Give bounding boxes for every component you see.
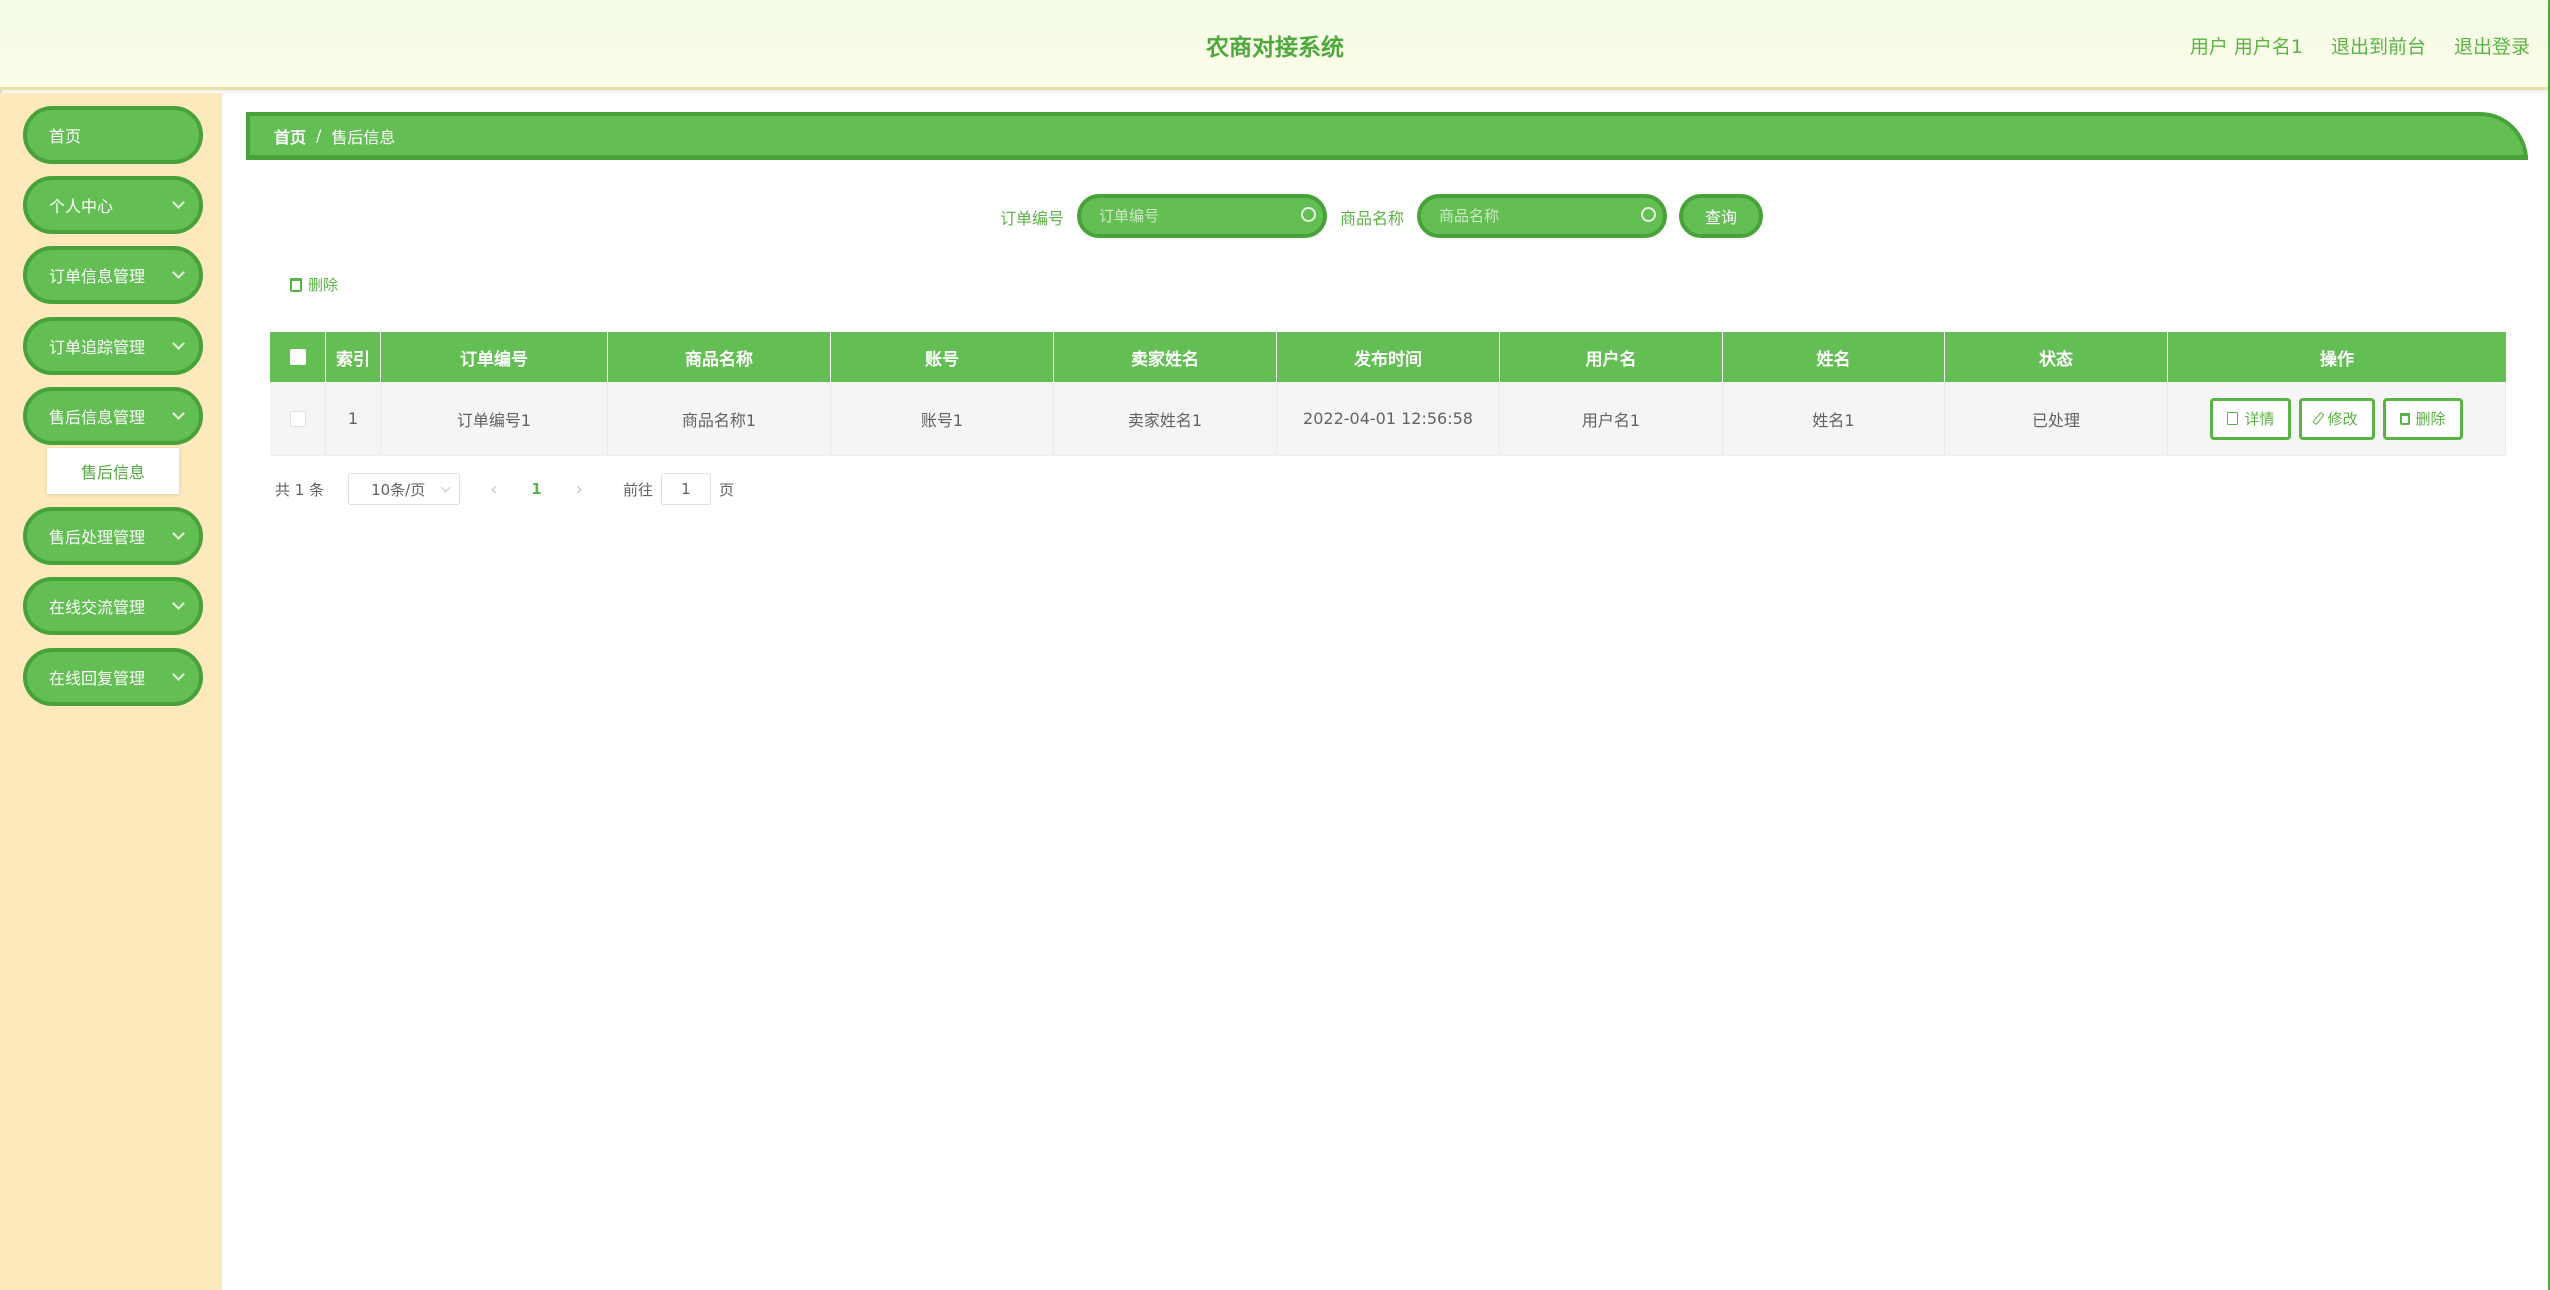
app-title: 农商对接系统 <box>1206 35 1344 61</box>
header-index: 索引 <box>326 332 381 382</box>
sidebar-item-label: 售后信息管理 <box>49 408 146 427</box>
cell-order-no: 订单编号1 <box>381 382 608 455</box>
prev-page-button[interactable]: ‹ <box>490 479 497 500</box>
page-nav: ‹ 1 › <box>490 479 583 500</box>
order-no-input[interactable] <box>1077 194 1327 238</box>
sidebar-item-order-info[interactable]: 订单信息管理 <box>23 246 203 304</box>
detail-button-label: 详情 <box>2244 410 2275 428</box>
detail-button[interactable]: 详情 <box>2210 397 2292 440</box>
goto-page: 前往 页 <box>623 473 734 505</box>
goods-name-input[interactable] <box>1417 194 1667 238</box>
edit-button[interactable]: 修改 <box>2299 397 2375 440</box>
chevron-down-icon <box>440 482 451 493</box>
order-no-label: 订单编号 <box>1000 209 1065 228</box>
cell-index: 1 <box>326 382 381 455</box>
sidebar-item-label: 订单追踪管理 <box>49 338 146 357</box>
header-user-area: 用户 用户名1 退出到前台 退出登录 <box>2190 32 2530 59</box>
breadcrumb-current: 售后信息 <box>331 127 396 147</box>
sidebar-item-label: 在线交流管理 <box>49 598 146 617</box>
batch-delete-button[interactable]: 删除 <box>290 274 338 295</box>
cell-name: 姓名1 <box>1723 382 1945 455</box>
sidebar-item-order-tracking[interactable]: 订单追踪管理 <box>23 317 203 375</box>
goto-suffix: 页 <box>718 480 734 499</box>
current-user: 用户 用户名1 <box>2190 32 2303 59</box>
chevron-down-icon <box>172 337 185 350</box>
query-button[interactable]: 查询 <box>1679 194 1763 238</box>
sidebar-item-aftersale-info[interactable]: 售后信息管理 <box>23 387 203 445</box>
breadcrumb: 首页 / 售后信息 <box>246 112 2528 160</box>
sidebar-item-online-reply[interactable]: 在线回复管理 <box>23 648 203 706</box>
chevron-down-icon <box>172 266 185 279</box>
back-to-front-link[interactable]: 退出到前台 <box>2331 32 2426 59</box>
cell-status: 已处理 <box>1945 382 2168 455</box>
sidebar-item-aftersale-handling[interactable]: 售后处理管理 <box>23 507 203 565</box>
table-row: 1 订单编号1 商品名称1 账号1 卖家姓名1 2022-04-01 12:56… <box>270 382 2506 456</box>
header-select-all-cell <box>270 332 326 382</box>
aftersale-table: 索引 订单编号 商品名称 账号 卖家姓名 发布时间 用户名 姓名 状态 操作 1… <box>270 332 2506 456</box>
top-header: 农商对接系统 用户 用户名1 退出到前台 退出登录 <box>0 0 2550 90</box>
sidebar-item-online-chat[interactable]: 在线交流管理 <box>23 577 203 635</box>
sidebar-item-personal-center[interactable]: 个人中心 <box>23 176 203 234</box>
goto-label: 前往 <box>622 480 653 499</box>
header-publish-time: 发布时间 <box>1277 332 1500 382</box>
row-checkbox[interactable] <box>289 410 306 427</box>
header-goods-name: 商品名称 <box>608 332 831 382</box>
trash-icon <box>290 277 302 292</box>
sidebar-item-label: 在线回复管理 <box>49 669 146 688</box>
pencil-icon <box>2312 411 2326 426</box>
header-status: 状态 <box>1945 332 2168 382</box>
delete-button-label: 删除 <box>2415 410 2446 428</box>
trash-icon <box>2399 412 2410 425</box>
sidebar: 首页 个人中心 订单信息管理 订单追踪管理 售后信息管理 售后信息 售后处理管理… <box>0 93 222 1290</box>
header-order-no: 订单编号 <box>381 332 608 382</box>
select-all-checkbox[interactable] <box>289 349 306 365</box>
pagination: 共 1 条 10条/页 ‹ 1 › 前往 页 <box>275 473 734 505</box>
page-size-select[interactable]: 10条/页 <box>348 473 461 505</box>
header-seller-name: 卖家姓名 <box>1054 332 1277 382</box>
sidebar-item-home[interactable]: 首页 <box>23 106 203 164</box>
breadcrumb-separator: / <box>316 126 322 145</box>
delete-button[interactable]: 删除 <box>2382 397 2463 440</box>
sidebar-item-label: 个人中心 <box>49 197 114 216</box>
goods-name-label: 商品名称 <box>1340 209 1405 228</box>
chevron-down-icon <box>172 196 185 209</box>
page-number-current[interactable]: 1 <box>531 480 541 498</box>
goto-page-input[interactable] <box>660 473 711 505</box>
row-select-cell <box>270 382 326 455</box>
chevron-down-icon <box>172 407 185 420</box>
cell-goods-name: 商品名称1 <box>608 382 831 455</box>
cell-username: 用户名1 <box>1500 382 1723 455</box>
page-size-value: 10条/页 <box>371 480 426 499</box>
logout-link[interactable]: 退出登录 <box>2454 32 2530 59</box>
batch-delete-label: 删除 <box>308 276 339 294</box>
user-prefix: 用户 <box>2189 36 2228 58</box>
chevron-down-icon <box>172 527 185 540</box>
search-icon <box>1301 207 1316 222</box>
table-header-row: 索引 订单编号 商品名称 账号 卖家姓名 发布时间 用户名 姓名 状态 操作 <box>270 332 2506 382</box>
breadcrumb-home[interactable]: 首页 <box>274 124 306 148</box>
cell-publish-time: 2022-04-01 12:56:58 <box>1277 382 1500 455</box>
header-username: 用户名 <box>1500 332 1723 382</box>
cell-operation: 详情 修改 删除 <box>2168 382 2506 455</box>
chevron-down-icon <box>172 597 185 610</box>
search-icon <box>1641 207 1656 222</box>
submenu-aftersale-info[interactable]: 售后信息 <box>47 448 179 494</box>
user-name: 用户名1 <box>2233 36 2303 58</box>
header-operation: 操作 <box>2320 349 2354 370</box>
edit-button-label: 修改 <box>2327 410 2358 428</box>
header-name: 姓名 <box>1723 332 1945 382</box>
next-page-button[interactable]: › <box>576 479 583 500</box>
pagination-total: 共 1 条 <box>275 480 325 499</box>
cell-account: 账号1 <box>831 382 1054 455</box>
chevron-down-icon <box>172 668 185 681</box>
cell-seller-name: 卖家姓名1 <box>1054 382 1277 455</box>
header-account: 账号 <box>831 332 1054 382</box>
sidebar-item-label: 订单信息管理 <box>49 267 146 286</box>
sidebar-item-label: 售后处理管理 <box>49 528 146 547</box>
document-icon <box>2227 412 2239 425</box>
sidebar-item-label: 首页 <box>49 127 82 146</box>
